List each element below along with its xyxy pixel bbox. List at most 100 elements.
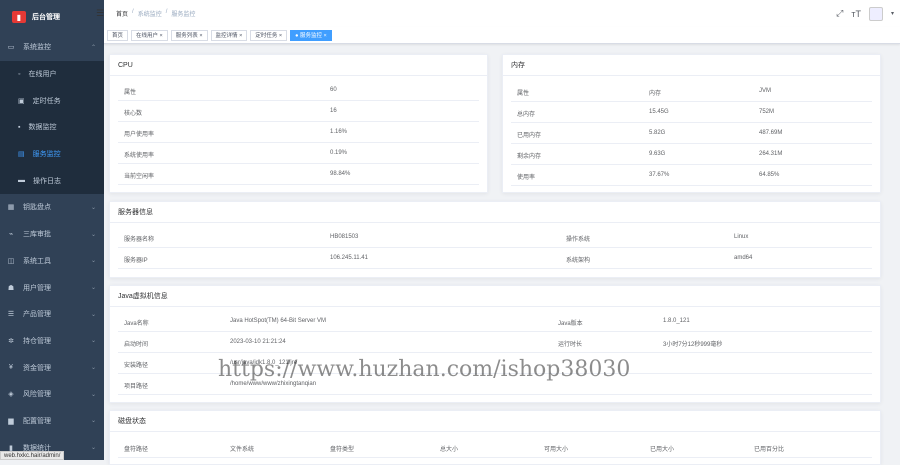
memory-card-title: 内存 bbox=[503, 55, 880, 76]
sidebar-item-label: 风险管理 bbox=[23, 391, 51, 399]
jvm-card: Java虚拟机信息 Java名称 Java HotSpot(TM) 64-Bit … bbox=[109, 285, 881, 403]
table-header: 属性 内存 JVM bbox=[511, 81, 872, 102]
chevron-down-icon: ⌄ bbox=[90, 204, 96, 211]
sidebar-item[interactable]: ▦ 钥匙盘点 ⌄ bbox=[0, 194, 104, 221]
column-header: JVM bbox=[759, 88, 771, 94]
server-icon: ▤ bbox=[18, 151, 25, 159]
sidebar-item[interactable]: ¥ 资金管理 ⌄ bbox=[0, 354, 104, 381]
table-cell: 64.85% bbox=[759, 172, 780, 178]
table-cell: 总内存 bbox=[517, 112, 536, 118]
table-cell: 1.8.0_121 bbox=[663, 318, 690, 324]
chevron-down-icon[interactable]: ▾ bbox=[891, 10, 894, 17]
sidebar-item[interactable]: ▤ 服务监控 bbox=[0, 140, 104, 168]
shield-icon: ◈ bbox=[8, 391, 14, 399]
table-cell: 操作系统 bbox=[566, 237, 591, 243]
disk-card: 磁盘状态 盘符路径 文件系统 盘符类型 总大小 可用大小 已用大小 已用百分比 bbox=[109, 410, 881, 465]
chevron-down-icon: ⌄ bbox=[90, 445, 96, 452]
table-row: 属性 60 bbox=[118, 80, 479, 101]
column-header: 盘符类型 bbox=[330, 447, 355, 453]
fullscreen-icon[interactable]: ⤢ bbox=[836, 8, 843, 19]
table-header: 盘符路径 文件系统 盘符类型 总大小 可用大小 已用大小 已用百分比 bbox=[118, 437, 872, 458]
column-header: 已用大小 bbox=[650, 447, 675, 453]
yen-icon: ¥ bbox=[9, 364, 13, 372]
table-row: 已用内存 5.82G 487.69M bbox=[511, 123, 872, 144]
sidebar-item[interactable]: ☗ 用户管理 ⌄ bbox=[0, 274, 104, 301]
chart-icon: ◫ bbox=[7, 257, 15, 265]
table-row: 服务器IP 106.245.11.41 系统架构 amd64 bbox=[118, 248, 872, 269]
breadcrumb-item[interactable]: 首页 bbox=[116, 9, 128, 18]
tag-item[interactable]: 监控详情 × bbox=[210, 29, 248, 41]
hamburger-icon[interactable]: ☰ bbox=[96, 8, 108, 19]
table-cell: 项目路径 bbox=[124, 384, 149, 390]
watermark: https://www.huzhan.com/ishop38030 bbox=[218, 357, 631, 382]
breadcrumb-item: 服务监控 bbox=[171, 12, 196, 18]
table-cell: 1.16% bbox=[330, 129, 348, 135]
tag-item[interactable]: 首页 bbox=[107, 29, 129, 41]
sidebar-item[interactable]: ⌁ 三库审批 ⌄ bbox=[0, 221, 104, 248]
table-cell: 2023-03-10 21:21:24 bbox=[230, 339, 286, 345]
sidebar-item-label: 用户管理 bbox=[23, 284, 51, 292]
table-cell: 启动时间 bbox=[124, 342, 149, 348]
sidebar-item[interactable]: ▆ 配置管理 ⌄ bbox=[0, 408, 104, 435]
tag-item[interactable]: 服务列表 × bbox=[170, 29, 208, 41]
close-icon[interactable]: × bbox=[198, 33, 202, 39]
avatar[interactable] bbox=[868, 6, 883, 21]
chevron-down-icon: ⌄ bbox=[90, 285, 96, 292]
close-icon[interactable]: × bbox=[238, 33, 242, 39]
chevron-down-icon: ⌄ bbox=[90, 231, 96, 238]
sidebar-item-label: 钥匙盘点 bbox=[23, 204, 51, 212]
table-row: 核心数 16 bbox=[118, 101, 479, 122]
table-cell: 752M bbox=[759, 109, 775, 115]
table-cell: Java HotSpot(TM) 64-Bit Server VM bbox=[230, 318, 327, 324]
table-cell: 系统使用率 bbox=[124, 153, 155, 159]
font-size-icon[interactable]: тT bbox=[851, 9, 861, 19]
close-icon[interactable]: × bbox=[277, 33, 282, 39]
sidebar-item[interactable]: ◈ 风险管理 ⌄ bbox=[0, 381, 104, 408]
sidebar-item-label: 服务监控 bbox=[32, 151, 61, 159]
tag-item[interactable]: 定时任务 × bbox=[250, 29, 288, 41]
sidebar-item-label: 产品管理 bbox=[23, 311, 51, 319]
doc-icon: ▆ bbox=[8, 417, 14, 425]
table-cell: 5.82G bbox=[649, 130, 666, 136]
sidebar-item[interactable]: ◫ 系统工具 ⌄ bbox=[0, 248, 104, 275]
table-row: 用户使用率 1.16% bbox=[118, 122, 479, 143]
table-cell: 0.19% bbox=[330, 150, 348, 156]
sidebar-item-label: 系统监控 bbox=[23, 44, 51, 52]
table-cell: 剩余内存 bbox=[517, 154, 542, 160]
sidebar-item[interactable]: ▭ 系统监控 ⌃ bbox=[0, 34, 104, 61]
sidebar-item-label: 资金管理 bbox=[23, 364, 51, 372]
logo-icon: ▮ bbox=[12, 11, 26, 23]
app-logo[interactable]: ▮ 后台管理 bbox=[0, 0, 104, 34]
chevron-down-icon: ⌄ bbox=[90, 258, 96, 265]
tag-label: 服务列表 bbox=[175, 32, 198, 39]
table-cell: 16 bbox=[330, 108, 337, 114]
sidebar-item[interactable]: ▪ 数据监控 bbox=[0, 114, 104, 141]
table-cell: 已用内存 bbox=[517, 133, 542, 139]
tag-item[interactable]: ● 服务监控 × bbox=[290, 29, 332, 41]
jvm-card-title: Java虚拟机信息 bbox=[110, 286, 880, 307]
server-card-title: 服务器信息 bbox=[110, 202, 880, 223]
table-row: 总内存 15.45G 752M bbox=[511, 102, 872, 123]
sidebar-item[interactable]: ◦ 在线用户 bbox=[0, 60, 104, 88]
tag-label: 在线用户 bbox=[136, 32, 159, 39]
close-icon[interactable]: × bbox=[322, 33, 326, 39]
sidebar-item[interactable]: ▬ 操作日志 bbox=[0, 167, 104, 195]
sidebar-item[interactable]: ☰ 产品管理 ⌄ bbox=[0, 301, 104, 328]
table-cell: 264.31M bbox=[759, 151, 783, 157]
column-header: 文件系统 bbox=[230, 447, 255, 453]
breadcrumb-item[interactable]: 系统监控 bbox=[138, 9, 162, 18]
log-icon: ▬ bbox=[18, 177, 25, 185]
table-cell: 服务器名称 bbox=[124, 237, 155, 243]
sidebar-item[interactable]: ▣ 定时任务 bbox=[0, 87, 104, 115]
memory-card: 内存 属性 内存 JVM 总内存 15.45G 752M 已用内存 5.82G 487.69M 剩… bbox=[502, 54, 881, 193]
close-icon[interactable]: × bbox=[158, 33, 163, 39]
sidebar: ▮ 后台管理 ▭ 系统监控 ⌃ ◦ 在线用户 ▣ 定时任务 ▪ 数据监控 ▤ 服务监控 ▬ 操作日志 ▦ 钥… bbox=[0, 0, 104, 460]
tag-label: 监控详情 bbox=[215, 32, 238, 39]
chevron-down-icon: ⌄ bbox=[90, 338, 96, 345]
sidebar-menu: ▭ 系统监控 ⌃ ◦ 在线用户 ▣ 定时任务 ▪ 数据监控 ▤ 服务监控 ▬ 操作日志 ▦ 钥匙盘点 ⌄ ⌁ 三库… bbox=[0, 34, 104, 461]
tag-item[interactable]: 在线用户 × bbox=[131, 29, 168, 41]
cpu-card: CPU 属性 60 核心数 16 用户使用率 1.16% 系统使用率 0.19% 当前空闲率 98… bbox=[109, 54, 488, 193]
sidebar-item[interactable]: ✲ 持仓管理 ⌄ bbox=[0, 328, 104, 355]
tag-label: 首页 bbox=[112, 32, 124, 39]
table-cell: 系统架构 bbox=[566, 258, 591, 264]
